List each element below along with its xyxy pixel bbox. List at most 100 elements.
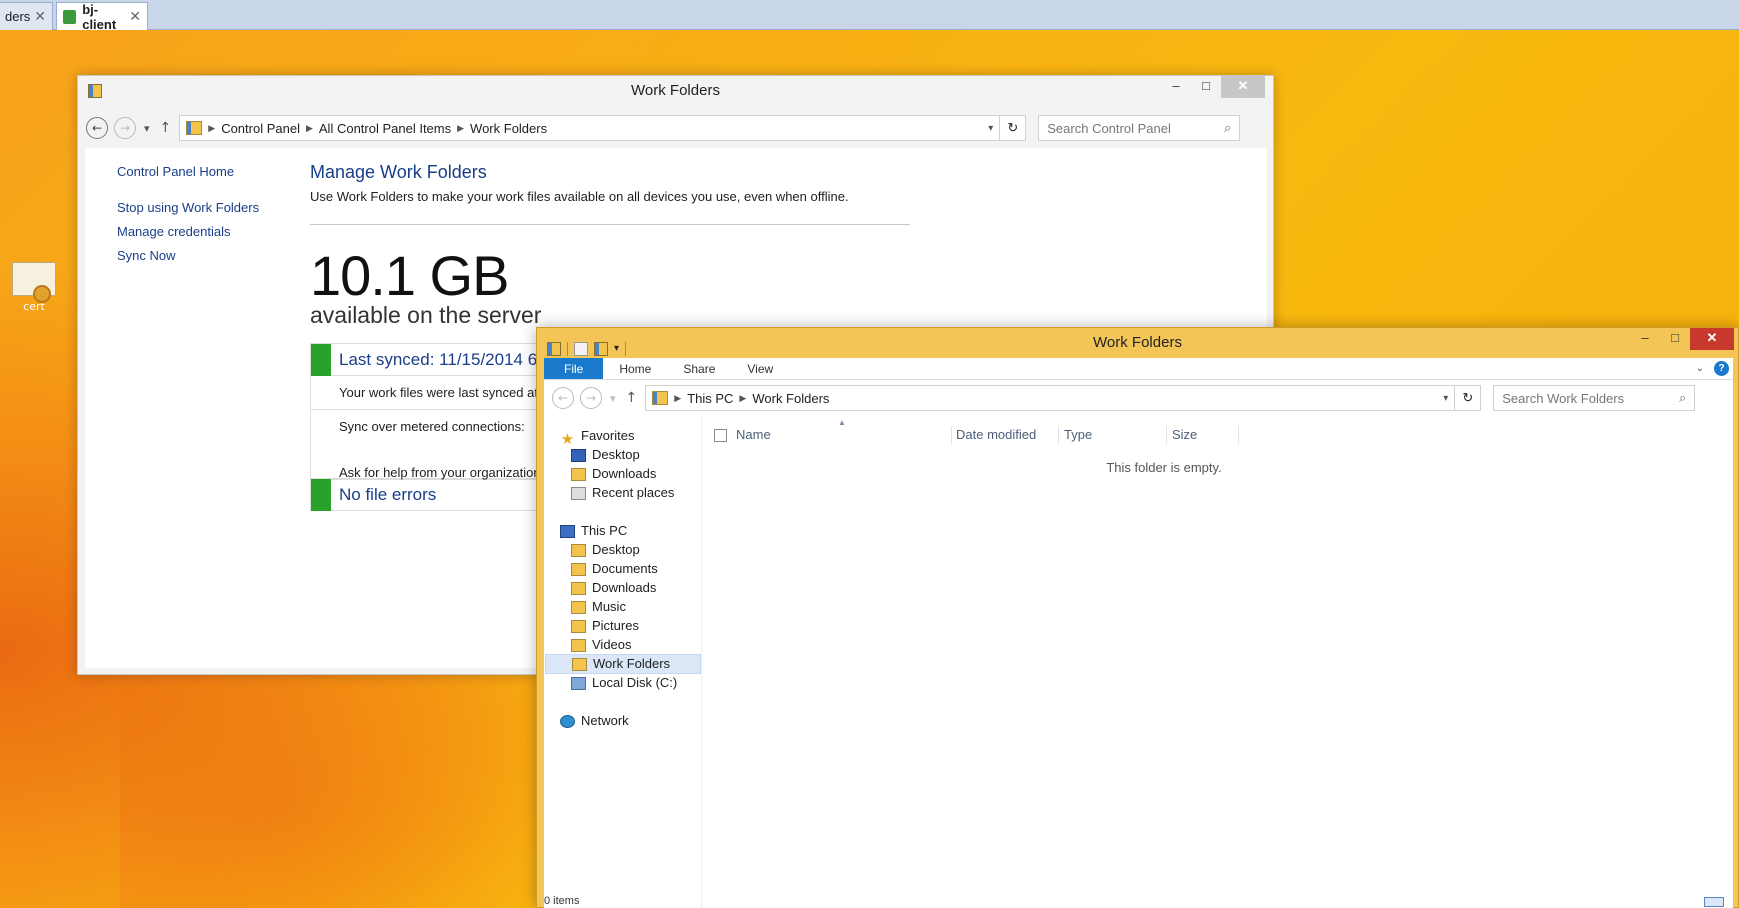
nav-pc-downloads[interactable]: Downloads <box>571 578 656 598</box>
properties-icon[interactable] <box>574 342 588 356</box>
nav-videos[interactable]: Videos <box>571 635 632 655</box>
window-title: Work Folders <box>631 82 720 99</box>
tab-work-folders[interactable]: ders ✕ <box>0 2 53 30</box>
back-button[interactable]: ← <box>552 387 574 409</box>
column-divider[interactable] <box>1058 426 1059 444</box>
breadcrumb-item[interactable]: This PC <box>687 391 733 406</box>
maximize-button[interactable]: □ <box>1191 76 1221 98</box>
pictures-folder-icon <box>571 619 586 633</box>
tab-view[interactable]: View <box>731 358 789 379</box>
status-indicator <box>311 343 331 376</box>
tab-share[interactable]: Share <box>667 358 731 379</box>
recent-locations-dropdown[interactable]: ▾ <box>144 122 150 135</box>
videos-folder-icon <box>571 638 586 652</box>
help-icon[interactable]: ? <box>1714 361 1729 376</box>
search-input[interactable]: Search Control Panel <box>1047 121 1171 136</box>
downloads-icon <box>571 467 586 481</box>
chevron-right-icon: ▶ <box>208 122 216 133</box>
column-date-modified[interactable]: Date modified <box>956 424 1036 446</box>
nav-network[interactable]: Network <box>560 711 629 731</box>
minimize-button[interactable]: – <box>1630 328 1660 350</box>
column-type[interactable]: Type <box>1064 424 1092 446</box>
back-button[interactable]: ← <box>86 117 108 139</box>
computer-icon <box>560 524 575 538</box>
recent-places-icon <box>571 486 586 500</box>
breadcrumb-item[interactable]: Control Panel <box>221 121 300 136</box>
folder-icon <box>571 562 586 576</box>
column-size[interactable]: Size <box>1172 424 1197 446</box>
nav-label: Desktop <box>592 447 640 462</box>
column-divider[interactable] <box>951 426 952 444</box>
close-button[interactable]: ✕ <box>1690 328 1734 350</box>
title-bar[interactable]: ▾ Work Folders – □ ✕ <box>537 328 1738 358</box>
new-folder-icon[interactable] <box>594 342 608 356</box>
tab-home[interactable]: Home <box>603 358 667 379</box>
certificate-icon <box>12 262 56 303</box>
nav-desktop[interactable]: Desktop <box>571 445 640 465</box>
chevron-down-icon[interactable]: ▾ <box>1443 393 1448 404</box>
link-sync-now[interactable]: Sync Now <box>117 244 259 268</box>
column-name[interactable]: Name <box>736 424 771 446</box>
tab-label: bj-client <box>82 1 117 32</box>
search-work-folders[interactable]: Search Work Folders ⌕ <box>1493 385 1696 411</box>
nav-favorites[interactable]: ★ Favorites <box>560 426 635 448</box>
chevron-down-icon[interactable]: ▾ <box>988 123 993 134</box>
refresh-icon: ↻ <box>1462 390 1474 405</box>
select-all-checkbox[interactable] <box>714 429 727 442</box>
refresh-button[interactable]: ↻ <box>1455 385 1482 411</box>
desktop-icon-cert[interactable]: cert <box>8 262 60 313</box>
nav-recent-places[interactable]: Recent places <box>571 483 674 503</box>
address-bar[interactable]: ▶ This PC ▶ Work Folders ▾ <box>645 385 1456 411</box>
nav-label: Work Folders <box>593 656 671 671</box>
refresh-button[interactable]: ↻ <box>1000 115 1027 141</box>
tab-bj-client[interactable]: bj-client ✕ <box>56 1 148 32</box>
link-control-panel-home[interactable]: Control Panel Home <box>117 160 259 184</box>
nav-downloads[interactable]: Downloads <box>571 464 656 484</box>
recent-locations-dropdown[interactable]: ▾ <box>610 392 616 405</box>
column-divider[interactable] <box>1238 426 1239 444</box>
forward-button[interactable]: → <box>580 387 602 409</box>
nav-local-disk[interactable]: Local Disk (C:) <box>571 673 677 693</box>
nav-work-folders[interactable]: Work Folders <box>545 654 701 674</box>
star-icon: ★ <box>560 430 575 448</box>
status-indicator <box>311 479 331 511</box>
close-icon[interactable]: ✕ <box>129 8 141 25</box>
control-panel-sidebar: Control Panel Home Stop using Work Folde… <box>117 160 259 268</box>
title-bar[interactable]: Work Folders – □ ✕ <box>78 76 1273 106</box>
folder-icon <box>571 543 586 557</box>
breadcrumb-item[interactable]: Work Folders <box>470 121 547 136</box>
maximize-button[interactable]: □ <box>1660 328 1690 350</box>
forward-button[interactable]: → <box>114 117 136 139</box>
refresh-icon: ↻ <box>1007 120 1019 135</box>
link-stop-using-work-folders[interactable]: Stop using Work Folders <box>117 196 259 220</box>
address-bar[interactable]: ▶ Control Panel ▶ All Control Panel Item… <box>179 115 1001 141</box>
chevron-right-icon: ▶ <box>305 122 313 133</box>
work-folders-icon <box>572 657 587 671</box>
close-icon[interactable]: ✕ <box>34 8 46 25</box>
nav-this-pc[interactable]: This PC <box>560 521 627 541</box>
nav-music[interactable]: Music <box>571 597 626 617</box>
expand-ribbon-icon[interactable]: ⌄ <box>1696 363 1704 374</box>
nav-pc-desktop[interactable]: Desktop <box>571 540 640 560</box>
work-folders-icon <box>88 84 102 98</box>
minimize-button[interactable]: – <box>1161 76 1191 98</box>
search-control-panel[interactable]: Search Control Panel ⌕ <box>1038 115 1241 141</box>
details-view-icon[interactable] <box>1704 897 1724 907</box>
remote-session-tabbar: ders ✕ bj-client ✕ <box>0 0 1739 32</box>
breadcrumb-item[interactable]: Work Folders <box>752 391 829 406</box>
tab-file[interactable]: File <box>544 358 604 379</box>
up-button[interactable]: ↑ <box>626 390 638 406</box>
search-input[interactable]: Search Work Folders <box>1502 391 1624 406</box>
nav-label: This PC <box>581 523 628 538</box>
music-folder-icon <box>571 600 586 614</box>
window-title: Work Folders <box>1093 334 1182 351</box>
file-errors-title[interactable]: No file errors <box>339 485 436 505</box>
breadcrumb-item[interactable]: All Control Panel Items <box>319 121 451 136</box>
nav-documents[interactable]: Documents <box>571 559 658 579</box>
up-button[interactable]: ↑ <box>160 120 172 136</box>
last-synced-title[interactable]: Last synced: 11/15/2014 6:37 <box>339 350 561 370</box>
link-manage-credentials[interactable]: Manage credentials <box>117 220 259 244</box>
column-divider[interactable] <box>1166 426 1167 444</box>
nav-pictures[interactable]: Pictures <box>571 616 639 636</box>
close-button[interactable]: ✕ <box>1221 76 1265 98</box>
